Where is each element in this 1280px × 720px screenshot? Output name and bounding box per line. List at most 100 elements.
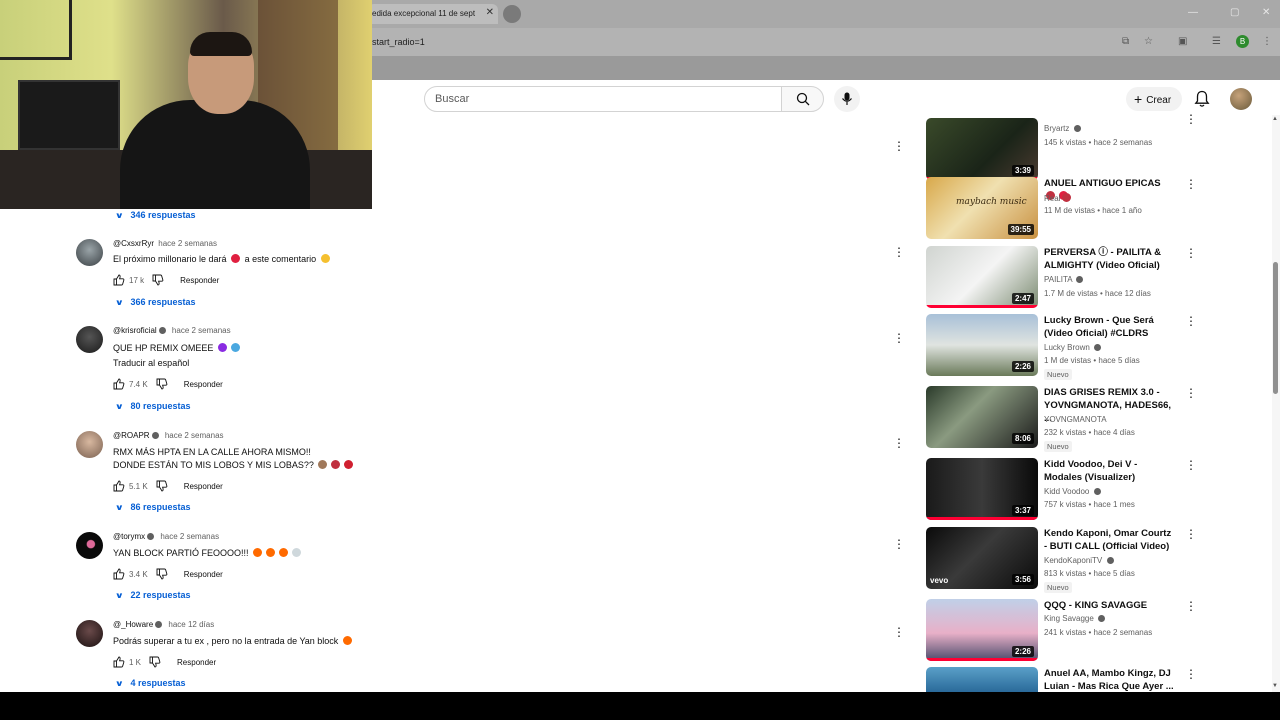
chevron-down-icon: ∨: [114, 591, 124, 600]
search-button[interactable]: [781, 86, 824, 112]
reply-button[interactable]: Responder: [184, 570, 223, 579]
like-icon[interactable]: [113, 480, 125, 492]
scroll-down-icon[interactable]: ▼: [1272, 683, 1278, 689]
commenter-avatar[interactable]: [76, 620, 103, 647]
comment-menu-icon[interactable]: ⋮: [893, 139, 905, 153]
video-menu-icon[interactable]: ⋮: [1185, 599, 1197, 613]
video-menu-icon[interactable]: ⋮: [1185, 458, 1197, 472]
video-menu-icon[interactable]: ⋮: [1185, 527, 1197, 541]
comment-menu-icon[interactable]: ⋮: [893, 625, 905, 639]
dislike-icon[interactable]: [152, 274, 164, 286]
scrollbar-thumb[interactable]: [1273, 262, 1278, 394]
like-icon[interactable]: [113, 378, 125, 390]
replies-count: 366 respuestas: [130, 297, 196, 307]
video-thumbnail[interactable]: maybach music 39:55: [926, 177, 1038, 239]
video-thumbnail[interactable]: 3:37: [926, 458, 1038, 520]
comment-author[interactable]: @CxsxrRyr: [113, 239, 154, 248]
comment-time[interactable]: hace 2 semanas: [158, 239, 217, 248]
browser-menu-icon[interactable]: ⋮: [1262, 36, 1272, 47]
video-thumbnail[interactable]: 8:06: [926, 386, 1038, 448]
video-menu-icon[interactable]: ⋮: [1185, 246, 1197, 260]
video-menu-icon[interactable]: ⋮: [1185, 386, 1197, 400]
dislike-icon[interactable]: [156, 480, 168, 492]
reply-button[interactable]: Responder: [177, 658, 216, 667]
video-title[interactable]: PERVERSA ⓘ - PAILITA & ALMIGHTY (Video O…: [1044, 246, 1176, 272]
reply-button[interactable]: Responder: [180, 276, 219, 285]
video-channel[interactable]: Lucky Brown: [1044, 343, 1103, 352]
video-title[interactable]: Anuel AA, Mambo Kingz, DJ Luian - Mas Ri…: [1044, 667, 1176, 693]
view-replies-button[interactable]: ∨ 346 respuestas: [115, 210, 196, 220]
comment-author[interactable]: @_Howare: [113, 620, 153, 629]
video-channel[interactable]: Real: [1044, 193, 1073, 203]
video-thumbnail[interactable]: 2:47: [926, 246, 1038, 308]
commenter-avatar[interactable]: [76, 431, 103, 458]
commenter-avatar[interactable]: [76, 326, 103, 353]
extensions-icon[interactable]: ▣: [1178, 36, 1187, 47]
video-channel[interactable]: KendoKaponiTV: [1044, 556, 1116, 565]
new-tab-button[interactable]: [503, 5, 521, 23]
search-input[interactable]: Buscar: [424, 86, 782, 112]
comment-time[interactable]: hace 2 semanas: [160, 532, 219, 541]
translate-link[interactable]: Traducir al español: [113, 358, 189, 368]
account-avatar[interactable]: [1230, 88, 1252, 110]
scroll-up-icon[interactable]: ▲: [1272, 116, 1278, 122]
video-channel[interactable]: Kidd Voodoo: [1044, 487, 1103, 496]
comment-menu-icon[interactable]: ⋮: [893, 537, 905, 551]
comment-menu-icon[interactable]: ⋮: [893, 331, 905, 345]
reply-button[interactable]: Responder: [184, 380, 223, 389]
reading-list-icon[interactable]: ☰: [1212, 36, 1221, 47]
video-title[interactable]: QQQ - KING SAVAGGE: [1044, 599, 1176, 612]
comment-time[interactable]: hace 2 semanas: [165, 431, 224, 440]
video-menu-icon[interactable]: ⋮: [1185, 177, 1197, 191]
address-bar[interactable]: start_radio=1: [372, 37, 425, 47]
minimize-icon[interactable]: —: [1188, 7, 1198, 18]
install-icon[interactable]: ⧉: [1122, 36, 1129, 47]
browser-profile-avatar[interactable]: B: [1236, 35, 1249, 48]
like-icon[interactable]: [113, 656, 125, 668]
video-title[interactable]: Lucky Brown - Que Será (Video Oficial) #…: [1044, 314, 1176, 340]
comment-menu-icon[interactable]: ⋮: [893, 436, 905, 450]
video-menu-icon[interactable]: ⋮: [1185, 667, 1197, 681]
browser-tab[interactable]: edida excepcional 11 de sept ✕: [368, 4, 498, 24]
video-title[interactable]: Kendo Kaponi, Omar Courtz - BUTI CALL (O…: [1044, 527, 1176, 553]
video-menu-icon[interactable]: ⋮: [1185, 314, 1197, 328]
view-replies-button[interactable]: ∨ 22 respuestas: [114, 590, 191, 600]
dislike-icon[interactable]: [149, 656, 161, 668]
maximize-icon[interactable]: ▢: [1230, 7, 1239, 18]
like-icon[interactable]: [113, 568, 125, 580]
comment-author[interactable]: @ROAPR: [113, 431, 150, 440]
comment-time[interactable]: hace 12 días: [168, 620, 214, 629]
video-title[interactable]: Kidd Voodoo, Dei V - Modales (Visualizer…: [1044, 458, 1176, 484]
comment-time[interactable]: hace 2 semanas: [172, 326, 231, 335]
video-thumbnail[interactable]: 3:39: [926, 118, 1038, 180]
close-tab-icon[interactable]: ✕: [486, 7, 494, 18]
view-replies-button[interactable]: ∨ 86 respuestas: [115, 502, 191, 512]
view-replies-button[interactable]: ∨ 4 respuestas: [115, 678, 186, 688]
video-thumbnail[interactable]: 2:26: [926, 314, 1038, 376]
reply-button[interactable]: Responder: [184, 482, 223, 491]
video-channel[interactable]: YOVNGMANOTA: [1044, 415, 1107, 424]
comment-author[interactable]: @krisroficial: [113, 326, 157, 335]
video-channel[interactable]: Bryartz: [1044, 124, 1083, 133]
video-thumbnail[interactable]: vevo 3:56: [926, 527, 1038, 589]
video-channel[interactable]: PAILITA: [1044, 275, 1085, 284]
commenter-avatar[interactable]: [76, 532, 103, 559]
scrollbar-track[interactable]: [1272, 115, 1280, 692]
video-menu-icon[interactable]: ⋮: [1185, 112, 1197, 126]
video-channel[interactable]: King Savagge: [1044, 614, 1107, 623]
dislike-icon[interactable]: [156, 568, 168, 580]
notifications-bell-icon[interactable]: [1194, 90, 1210, 108]
comment-menu-icon[interactable]: ⋮: [893, 245, 905, 259]
view-replies-button[interactable]: ∨ 80 respuestas: [115, 401, 191, 411]
view-replies-button[interactable]: ∨ 366 respuestas: [115, 297, 196, 307]
comment-author[interactable]: @torymx: [113, 532, 145, 541]
voice-search-button[interactable]: [834, 86, 860, 112]
video-thumbnail[interactable]: [926, 667, 1038, 692]
commenter-avatar[interactable]: [76, 239, 103, 266]
bookmark-star-icon[interactable]: ☆: [1144, 36, 1153, 47]
close-window-icon[interactable]: ✕: [1262, 7, 1270, 18]
like-icon[interactable]: [113, 274, 125, 286]
create-button[interactable]: + Crear: [1126, 87, 1182, 111]
dislike-icon[interactable]: [156, 378, 168, 390]
video-thumbnail[interactable]: 2:26: [926, 599, 1038, 661]
